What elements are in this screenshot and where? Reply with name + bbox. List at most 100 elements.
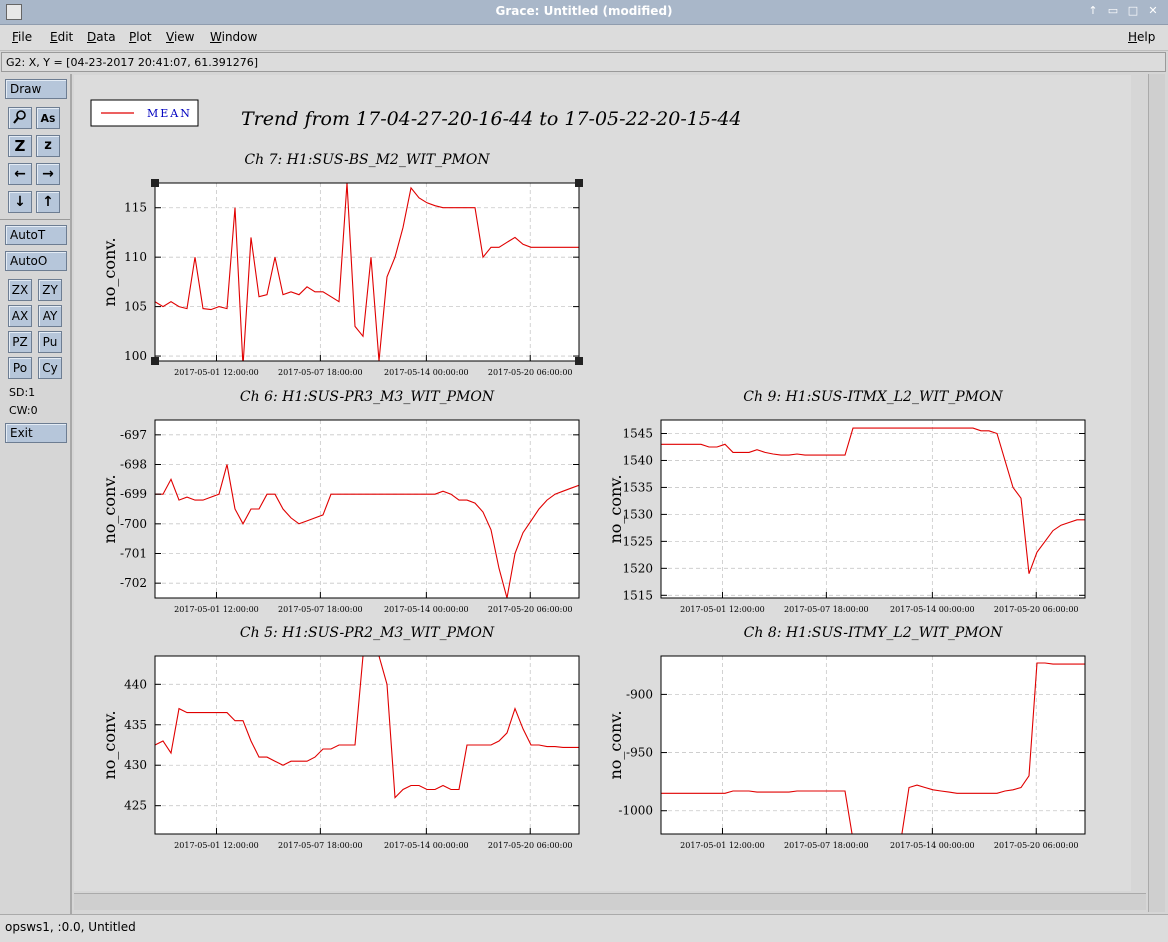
- y-tick-label: -697: [120, 428, 147, 442]
- y-tick-label: 1520: [622, 561, 653, 575]
- arrow-right-icon[interactable]: →: [36, 163, 60, 185]
- vertical-scrollbar[interactable]: [1148, 74, 1165, 912]
- page-title: Trend from 17-04-27-20-16-44 to 17-05-22…: [241, 108, 742, 130]
- pu-button[interactable]: Pu: [38, 331, 62, 353]
- y-tick-label: 1540: [622, 453, 653, 467]
- y-tick-label: 1515: [622, 588, 653, 602]
- ax-button[interactable]: AX: [8, 305, 32, 327]
- y-tick-label: -700: [120, 517, 147, 531]
- chart-5: -900 -950 -1000 2017-05-01 12:00:00 2017-05-…: [606, 625, 1086, 850]
- x-tick-label: 2017-05-07 18:00:00: [278, 841, 363, 850]
- zoom-icon[interactable]: [8, 107, 32, 129]
- y-tick-label: -699: [120, 487, 147, 501]
- plot-area: [155, 183, 579, 361]
- chart-title: Ch 6: H1:SUS-PR3_M3_WIT_PMON: [240, 389, 495, 405]
- plot-area: [661, 420, 1085, 598]
- menu-edit[interactable]: Edit: [50, 30, 73, 44]
- x-tick-label: 2017-05-07 18:00:00: [784, 841, 869, 850]
- y-tick-label: 1545: [622, 426, 653, 440]
- x-tick-label: 2017-05-20 06:00:00: [488, 605, 573, 614]
- zx-button[interactable]: ZX: [8, 279, 32, 301]
- text-icon[interactable]: AS: [36, 107, 60, 129]
- menu-plot[interactable]: Plot: [129, 30, 152, 44]
- y-tick-label: -701: [120, 547, 147, 561]
- menu-data[interactable]: Data: [87, 30, 116, 44]
- arrow-left-icon[interactable]: ←: [8, 163, 32, 185]
- zoom-x-icon[interactable]: Z: [8, 135, 32, 157]
- pin-icon[interactable]: ↑: [1086, 4, 1100, 18]
- plots-svg: MEAN Trend from 17-04-27-20-16-44 to 17-…: [90, 99, 1086, 850]
- y-tick-label: 110: [124, 250, 147, 264]
- locator-bar: G2: X, Y = [04-23-2017 20:41:07, 61.3912…: [1, 52, 1166, 72]
- x-tick-label: 2017-05-07 18:00:00: [784, 605, 869, 614]
- maximize-icon[interactable]: □: [1126, 4, 1140, 18]
- y-tick-label: -900: [626, 687, 653, 701]
- x-tick-label: 2017-05-01 12:00:00: [174, 841, 259, 850]
- y-tick-label: -702: [120, 576, 147, 590]
- sd-indicator: SD:1: [9, 386, 36, 399]
- menu-bar: File Edit Data Plot View Window Help: [0, 25, 1168, 51]
- plot-area: [155, 420, 579, 598]
- ay-button[interactable]: AY: [38, 305, 62, 327]
- po-button[interactable]: Po: [8, 357, 32, 379]
- minimize-icon[interactable]: ▭: [1106, 4, 1120, 18]
- zoom-y-icon[interactable]: z: [36, 135, 60, 157]
- graph-canvas[interactable]: MEAN Trend from 17-04-27-20-16-44 to 17-…: [74, 75, 1131, 891]
- cy-button[interactable]: Cy: [38, 357, 62, 379]
- menu-view[interactable]: View: [166, 30, 194, 44]
- x-tick-label: 2017-05-14 00:00:00: [890, 605, 975, 614]
- chart-title: Ch 5: H1:SUS-PR2_M3_WIT_PMON: [240, 625, 495, 641]
- x-tick-label: 2017-05-14 00:00:00: [384, 841, 469, 850]
- x-tick-label: 2017-05-01 12:00:00: [174, 605, 259, 614]
- chart-title: Ch 9: H1:SUS-ITMX_L2_WIT_PMON: [743, 389, 1003, 405]
- chart-title: Ch 7: H1:SUS-BS_M2_WIT_PMON: [244, 152, 490, 168]
- x-tick-label: 2017-05-01 12:00:00: [680, 841, 765, 850]
- x-tick-label: 2017-05-07 18:00:00: [278, 605, 363, 614]
- arrow-up-icon[interactable]: ↑: [36, 191, 60, 213]
- x-tick-label: 2017-05-20 06:00:00: [488, 841, 573, 850]
- y-tick-label: 440: [124, 677, 147, 691]
- zy-button[interactable]: ZY: [38, 279, 62, 301]
- y-tick-label: -950: [626, 746, 653, 760]
- tool-panel: Draw AS Z z ← → ↓ ↑ AutoT AutoO ZX ZY AX…: [0, 74, 72, 914]
- horizontal-scrollbar[interactable]: [74, 893, 1146, 910]
- close-icon[interactable]: ✕: [1146, 4, 1160, 18]
- selection-handle: [575, 179, 583, 187]
- exit-button[interactable]: Exit: [5, 423, 67, 443]
- legend-label: MEAN: [147, 107, 192, 120]
- autoo-button[interactable]: AutoO: [5, 251, 67, 271]
- menu-help[interactable]: Help: [1128, 30, 1155, 44]
- x-tick-label: 2017-05-20 06:00:00: [488, 368, 573, 377]
- x-tick-label: 2017-05-01 12:00:00: [680, 605, 765, 614]
- status-text: opsws1, :0.0, Untitled: [5, 920, 136, 934]
- plot-area: [661, 656, 1085, 834]
- y-axis-label: no_conv.: [100, 710, 119, 779]
- autot-button[interactable]: AutoT: [5, 225, 67, 245]
- y-tick-label: 1525: [622, 534, 653, 548]
- cw-indicator: CW:0: [9, 404, 38, 417]
- x-tick-label: 2017-05-14 00:00:00: [384, 368, 469, 377]
- selection-handle: [575, 357, 583, 365]
- y-tick-label: 435: [124, 718, 147, 732]
- pz-button[interactable]: PZ: [8, 331, 32, 353]
- chart-title: Ch 8: H1:SUS-ITMY_L2_WIT_PMON: [744, 625, 1003, 641]
- y-tick-label: 100: [124, 349, 147, 363]
- chart-1: 100 105 110 115 2017-05-01 12:00:00 2017-05-0…: [100, 152, 583, 377]
- arrow-down-icon[interactable]: ↓: [8, 191, 32, 213]
- y-axis-label: no_conv.: [100, 474, 119, 543]
- y-tick-label: 105: [124, 300, 147, 314]
- status-bar: opsws1, :0.0, Untitled: [0, 914, 1168, 942]
- y-tick-label: 425: [124, 799, 147, 813]
- draw-button[interactable]: Draw: [5, 79, 67, 99]
- y-tick-label: 1535: [622, 480, 653, 494]
- window-title: Grace: Untitled (modified): [495, 4, 673, 18]
- menu-window[interactable]: Window: [210, 30, 257, 44]
- y-tick-label: -1000: [618, 804, 653, 818]
- x-tick-label: 2017-05-14 00:00:00: [384, 605, 469, 614]
- y-tick-label: -698: [120, 458, 147, 472]
- menu-file[interactable]: File: [12, 30, 32, 44]
- y-axis-label: no_conv.: [100, 237, 119, 306]
- window-titlebar: Grace: Untitled (modified) ↑ ▭ □ ✕: [0, 0, 1168, 25]
- panel-divider: [0, 219, 70, 220]
- y-tick-label: 430: [124, 758, 147, 772]
